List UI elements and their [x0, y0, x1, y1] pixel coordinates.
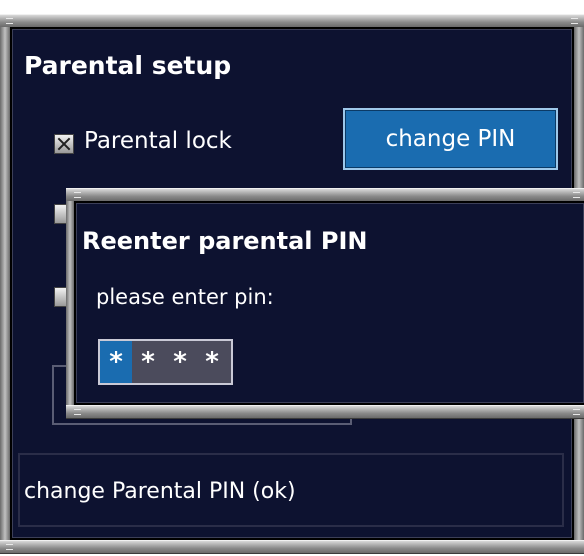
pin-dialog-titlebar[interactable]	[66, 188, 584, 202]
pin-prompt: please enter pin:	[96, 285, 274, 309]
grip-icon	[573, 192, 580, 198]
grip-icon	[6, 18, 13, 24]
change-pin-button[interactable]: change PIN	[343, 108, 558, 170]
pin-digit: *	[141, 347, 155, 377]
parental-lock-checkbox[interactable]	[54, 134, 74, 154]
pin-dialog-panel: Reenter parental PIN please enter pin: *…	[74, 201, 584, 405]
main-dialog-bottombar	[0, 540, 584, 554]
pin-digit: *	[173, 347, 187, 377]
pin-digit: *	[205, 347, 219, 377]
grip-icon	[573, 409, 580, 415]
grip-icon	[571, 18, 578, 24]
main-dialog-left-border	[0, 27, 10, 541]
status-text: change Parental PIN (ok)	[24, 479, 296, 504]
pin-dialog-left-border	[66, 201, 74, 406]
main-dialog-titlebar[interactable]	[0, 14, 584, 28]
grip-icon	[74, 409, 81, 415]
pin-input[interactable]: * * * *	[98, 339, 233, 385]
grip-icon	[74, 192, 81, 198]
page-title: Parental setup	[24, 51, 232, 80]
pin-dialog-title: Reenter parental PIN	[82, 227, 368, 255]
grip-icon	[6, 544, 13, 550]
pin-digit: *	[100, 341, 132, 383]
pin-dialog-bottombar	[66, 405, 584, 419]
parental-lock-label: Parental lock	[84, 128, 232, 154]
